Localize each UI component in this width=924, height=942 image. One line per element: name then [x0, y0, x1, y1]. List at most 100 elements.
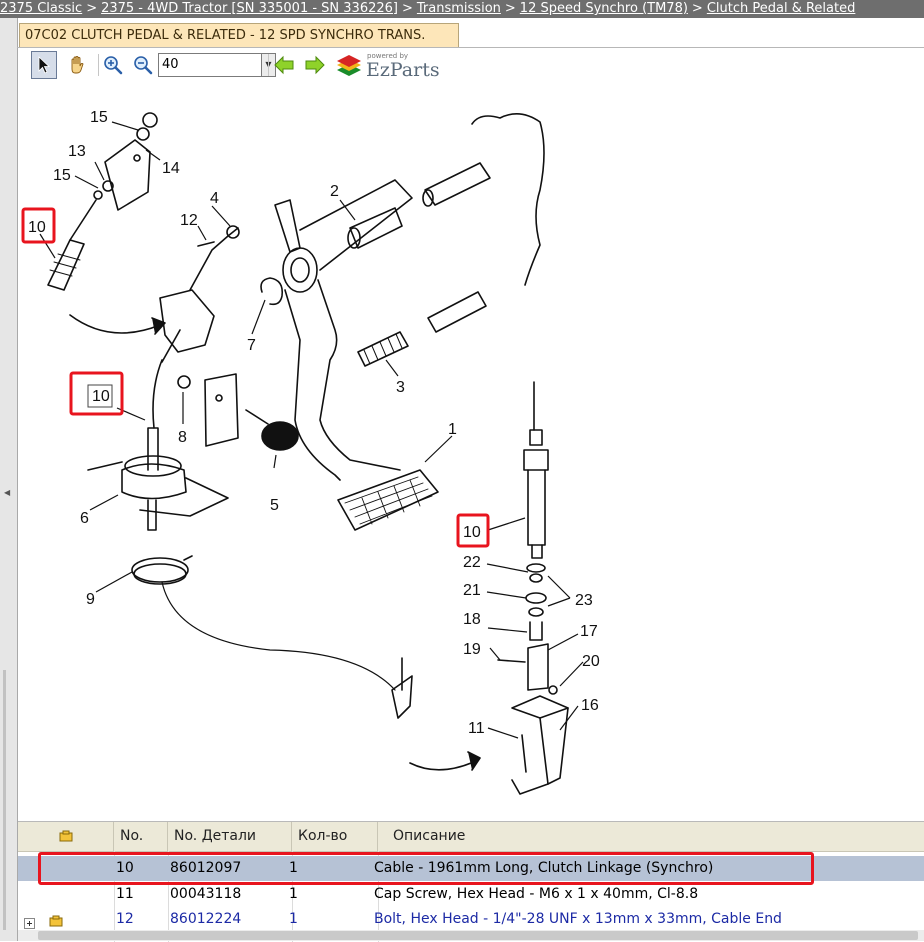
- column-header-quantity[interactable]: Кол-во: [292, 822, 378, 851]
- zoom-out-button[interactable]: [130, 51, 156, 79]
- cell-part-number: 86012224: [170, 911, 242, 927]
- pivot-block: [527, 643, 549, 691]
- arrow-cursor-icon: [38, 56, 51, 74]
- column-header-no[interactable]: No.: [114, 822, 168, 851]
- stack-logo-icon: [337, 55, 361, 76]
- breadcrumb-link-synchro[interactable]: 12 Speed Synchro (TM78): [520, 1, 688, 16]
- zoom-out-icon: [134, 56, 153, 75]
- breadcrumb-separator: >: [86, 1, 98, 16]
- callout-18[interactable]: 18: [463, 611, 481, 628]
- callout-15-lower[interactable]: 15: [53, 167, 71, 184]
- breadcrumb-link-model[interactable]: 2375 Classic: [0, 1, 82, 16]
- breadcrumb-link-transmission[interactable]: Transmission: [417, 1, 501, 16]
- breadcrumb: 2375 Classic >2375 - 4WD Tractor [SN 3350…: [0, 0, 924, 18]
- header-icon-cell: [18, 822, 114, 851]
- callout-10-right[interactable]: 10: [463, 524, 481, 541]
- scrollbar-thumb[interactable]: [38, 931, 918, 940]
- callout-6[interactable]: 6: [80, 510, 89, 527]
- cell-quantity: 1: [289, 860, 298, 876]
- cable-bracket: [159, 289, 215, 353]
- zoom-level-input[interactable]: 40: [158, 53, 262, 77]
- toolbar-separator: [268, 54, 269, 76]
- column-header-part-number[interactable]: No. Детали: [168, 822, 292, 851]
- callout-13[interactable]: 13: [68, 143, 86, 160]
- pivot-shaft: [424, 162, 491, 206]
- callout-5[interactable]: 5: [270, 497, 279, 514]
- callout-23[interactable]: 23: [575, 592, 593, 609]
- callout-7[interactable]: 7: [247, 337, 256, 354]
- cell-description: Cap Screw, Hex Head - M6 x 1 x 40mm, Cl-…: [374, 886, 699, 902]
- callout-11[interactable]: 11: [468, 720, 485, 737]
- brand-text: EzParts: [366, 59, 440, 81]
- callout-1[interactable]: 1: [448, 421, 457, 438]
- callout-12[interactable]: 12: [180, 212, 198, 229]
- cable-boot: [121, 463, 187, 500]
- zoom-in-icon: [104, 56, 123, 75]
- upper-bracket: [104, 139, 151, 211]
- callout-15-top[interactable]: 15: [90, 109, 108, 126]
- zoom-in-button[interactable]: [100, 51, 126, 79]
- breadcrumb-separator: >: [402, 1, 413, 16]
- callout-4[interactable]: 4: [210, 190, 219, 207]
- table-row[interactable]: 10 86012097 1 Cable - 1961mm Long, Clutc…: [18, 856, 924, 881]
- breadcrumb-link-clutch-pedal[interactable]: Clutch Pedal & Related: [707, 1, 856, 16]
- next-button[interactable]: [302, 51, 328, 79]
- side-panel-splitter[interactable]: ◀: [0, 18, 18, 941]
- ezparts-logo: powered by EzParts: [334, 51, 444, 81]
- table-row[interactable]: 11 00043118 1 Cap Screw, Hex Head - M6 x…: [18, 882, 924, 907]
- cell-description: Cable - 1961mm Long, Clutch Linkage (Syn…: [374, 860, 714, 876]
- callout-21[interactable]: 21: [463, 582, 481, 599]
- band-clamp: [131, 557, 189, 583]
- callout-16[interactable]: 16: [581, 697, 599, 714]
- pedal-lever: [274, 199, 301, 253]
- callout-8[interactable]: 8: [178, 429, 187, 446]
- arrow-right-icon: [305, 55, 325, 75]
- toolbar-separator: [98, 54, 99, 76]
- tab-diagram[interactable]: 07C02 CLUTCH PEDAL & RELATED - 12 SPD SY…: [19, 23, 459, 47]
- retaining-clip: [260, 277, 284, 306]
- lower-bracket: [511, 695, 569, 719]
- select-pointer-button[interactable]: [31, 51, 57, 79]
- parts-diagram[interactable]: 1 2 3 4 5 6 7 8 9 10 10 10 11 12 13 14 1…: [18, 84, 924, 816]
- cell-description: Bolt, Hex Head - 1/4"-28 UNF x 13mm x 33…: [374, 911, 782, 927]
- housing-outline: [471, 113, 545, 286]
- breadcrumb-separator: >: [691, 1, 703, 16]
- previous-button[interactable]: [271, 51, 297, 79]
- callout-20[interactable]: 20: [582, 653, 600, 670]
- clutch-cable: [161, 581, 396, 691]
- cell-no: 12: [116, 911, 134, 927]
- callout-19[interactable]: 19: [463, 641, 481, 658]
- horizontal-scrollbar[interactable]: [18, 930, 924, 941]
- parts-table: No. No. Детали Кол-во Описание 10 860120…: [18, 821, 924, 942]
- pan-hand-button[interactable]: [64, 51, 90, 79]
- callout-3[interactable]: 3: [396, 379, 405, 396]
- breadcrumb-link-tractor[interactable]: 2375 - 4WD Tractor [SN 335001 - SN 33622…: [101, 1, 398, 16]
- arrow-left-icon: [274, 55, 294, 75]
- stop-bolt: [245, 409, 269, 425]
- callout-17[interactable]: 17: [580, 623, 598, 640]
- cell-part-number: 86012097: [170, 860, 242, 876]
- column-header-description[interactable]: Описание: [378, 822, 924, 851]
- callout-14[interactable]: 14: [162, 160, 180, 177]
- table-row[interactable]: 12 86012224 1 Bolt, Hex Head - 1/4"-28 U…: [18, 907, 924, 932]
- breadcrumb-separator: >: [504, 1, 516, 16]
- callout-2[interactable]: 2: [330, 183, 339, 200]
- collapse-arrow-icon[interactable]: ◀: [4, 488, 10, 497]
- cart-icon: [59, 830, 72, 842]
- viewer-toolbar: 40 ▼ powered by EzParts: [18, 48, 924, 84]
- cell-no: 10: [116, 860, 134, 876]
- callout-22[interactable]: 22: [463, 554, 481, 571]
- callout-10-middle[interactable]: 10: [92, 388, 110, 405]
- cell-part-number: 00043118: [170, 886, 242, 902]
- mounting-plate: [204, 373, 239, 447]
- callout-9[interactable]: 9: [86, 591, 95, 608]
- cell-no: 11: [116, 886, 134, 902]
- cell-quantity: 1: [289, 886, 298, 902]
- hand-icon: [71, 56, 84, 74]
- bushing: [349, 207, 403, 249]
- cell-quantity: 1: [289, 911, 298, 927]
- diagram-canvas[interactable]: 1 2 3 4 5 6 7 8 9 10 10 10 11 12 13 14 1…: [18, 84, 924, 816]
- splitter-grip[interactable]: [3, 670, 6, 930]
- table-header: No. No. Детали Кол-во Описание: [18, 822, 924, 852]
- callout-10-upper[interactable]: 10: [28, 219, 46, 236]
